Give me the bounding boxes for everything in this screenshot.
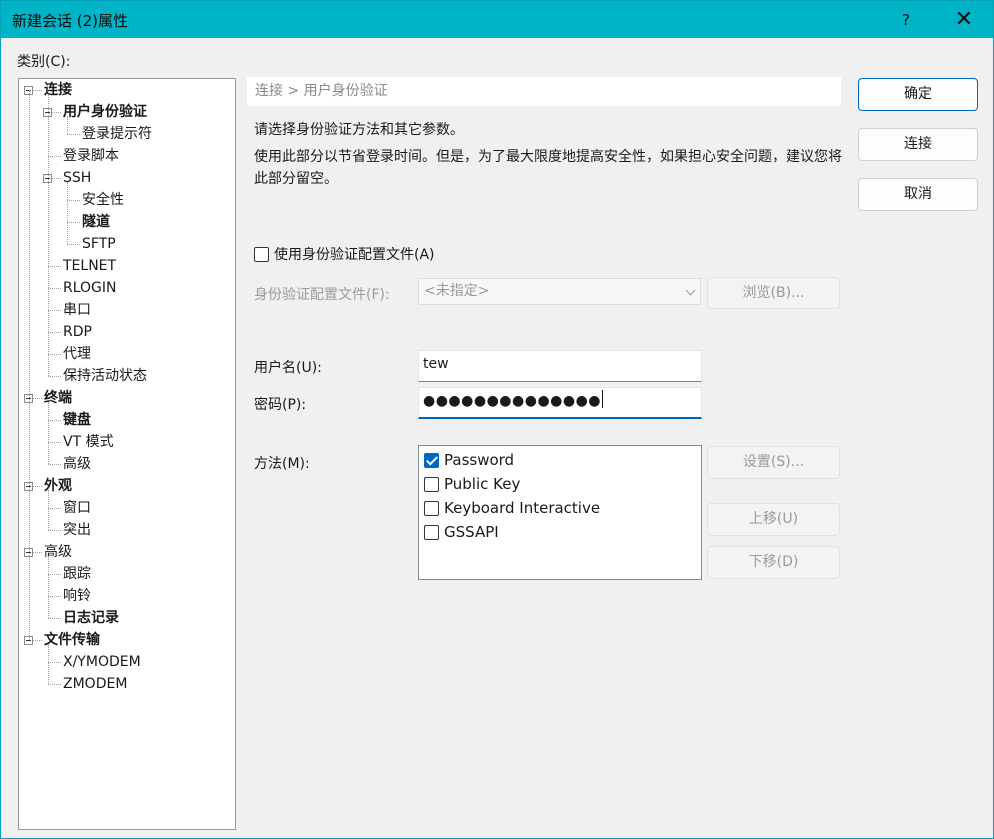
tree-item[interactable]: 响铃 [63,586,91,606]
tree-connector [48,464,61,465]
cancel-button[interactable]: 取消 [858,178,978,211]
category-label: 类别(C): [17,54,71,70]
tree-connector [48,644,49,684]
use-auth-profile-checkbox[interactable]: 使用身份验证配置文件(A) [254,244,435,264]
tree-connector [48,684,61,685]
tree-connector [48,420,61,421]
tree-connector [48,310,61,311]
connect-button[interactable]: 连接 [858,128,978,161]
username-value: tew [423,356,449,372]
tree-item[interactable]: 跟踪 [63,564,91,584]
auth-profile-select-value: <未指定> [424,283,490,299]
method-item-label: Public Key [444,475,521,493]
tree-connector [67,116,68,134]
properties-dialog: 新建会话 (2)属性 ? ✕ 类别(C): 连接 用户身份验证 登录提示符 登录脚本 S… [0,0,994,839]
tree-item[interactable]: 登录提示符 [82,124,152,144]
tree-item[interactable]: 文件传输 [44,630,100,650]
move-up-button[interactable]: 上移(U) [707,503,840,536]
tree-item[interactable]: X/YMODEM [63,652,141,672]
checkbox-icon[interactable] [424,500,439,516]
tree-item[interactable]: 保持活动状态 [63,366,147,386]
auth-profile-checkbox-label: 使用身份验证配置文件(A) [274,247,435,263]
method-item[interactable]: GSSAPI [424,521,499,543]
tree-connector [67,222,80,223]
username-label: 用户名(U): [254,360,322,376]
method-item[interactable]: Public Key [424,473,520,495]
tree-item[interactable]: ZMODEM [63,674,127,694]
tree-item[interactable]: 登录脚本 [63,146,119,166]
tree-item[interactable]: 突出 [63,520,91,540]
tree-connector [48,442,61,443]
move-down-button[interactable]: 下移(D) [707,546,840,579]
tree-connector [48,530,61,531]
password-label: 密码(P): [254,397,307,413]
tree-connector [48,574,61,575]
tree-item[interactable]: TELNET [63,256,116,276]
tree-item[interactable]: 窗口 [63,498,91,518]
tree-item[interactable]: 键盘 [63,410,91,430]
category-tree[interactable]: 连接 用户身份验证 登录提示符 登录脚本 SSH 安全性 隧道 SFTP TELNET RLOGI… [18,78,236,830]
auth-profile-checkbox-box[interactable] [254,246,269,262]
browse-button[interactable]: 浏览(B)... [707,277,840,309]
username-input[interactable]: tew [418,350,702,382]
tree-item[interactable]: 代理 [63,344,91,364]
close-button[interactable]: ✕ [941,1,987,38]
method-list[interactable]: Password Public Key Keyboard Interactive GS… [418,445,702,580]
method-item-label: GSSAPI [444,523,499,541]
tree-connector [48,596,61,597]
window-title: 新建会话 (2)属性 [12,12,129,30]
tree-connector [29,90,30,640]
breadcrumb: 连接 > 用户身份验证 [247,77,841,106]
tree-connector [67,134,80,135]
ok-button[interactable]: 确定 [858,78,978,111]
tree-connector [48,402,49,464]
chevron-down-icon [685,285,696,296]
description-note: 使用此部分以节省登录时间。但是，为了最大限度地提高安全性，如果担心安全问题，建议… [254,149,842,187]
password-mask: ●●●●●●●●●●●●●● [423,393,602,409]
tree-item[interactable]: SFTP [82,234,116,254]
tree-connector [67,182,68,244]
checkbox-icon[interactable] [424,476,439,492]
tree-connector [48,556,49,618]
tree-item[interactable]: 日志记录 [63,608,119,628]
settings-button[interactable]: 设置(S)... [707,446,840,479]
checkbox-icon[interactable] [424,524,439,540]
title-bar[interactable]: 新建会话 (2)属性 ? ✕ [1,1,993,38]
auth-profile-file-label: 身份验证配置文件(F): [254,287,390,303]
text-caret [602,390,604,408]
description-text: 请选择身份验证方法和其它参数。 [254,122,464,138]
tree-connector [48,288,61,289]
method-item-label: Keyboard Interactive [444,499,601,517]
method-item[interactable]: Password [424,449,514,471]
tree-item[interactable]: 用户身份验证 [63,102,147,122]
method-item-label: Password [444,451,515,469]
tree-item[interactable]: 高级 [63,454,91,474]
tree-connector [48,94,49,376]
tree-item[interactable]: 串口 [63,300,91,320]
tree-item[interactable]: 安全性 [82,190,124,210]
tree-item[interactable]: RDP [63,322,92,342]
tree-connector [48,490,49,530]
tree-connector [48,376,61,377]
method-item[interactable]: Keyboard Interactive [424,497,600,519]
tree-connector [67,200,80,201]
tree-connector [48,618,61,619]
method-label: 方法(M): [254,456,310,472]
tree-connector [48,662,61,663]
auth-profile-select[interactable]: <未指定> [418,278,701,305]
checkbox-checked-icon[interactable] [424,452,439,468]
tree-item[interactable]: 隧道 [82,212,110,232]
help-button[interactable]: ? [883,1,929,38]
tree-connector [67,244,80,245]
tree-item[interactable]: RLOGIN [63,278,117,298]
tree-connector [48,508,61,509]
tree-connector [48,354,61,355]
tree-item[interactable]: VT 模式 [63,432,114,452]
tree-connector [48,156,61,157]
tree-connector [48,332,61,333]
tree-connector [48,266,61,267]
password-input[interactable]: ●●●●●●●●●●●●●● [418,387,702,419]
